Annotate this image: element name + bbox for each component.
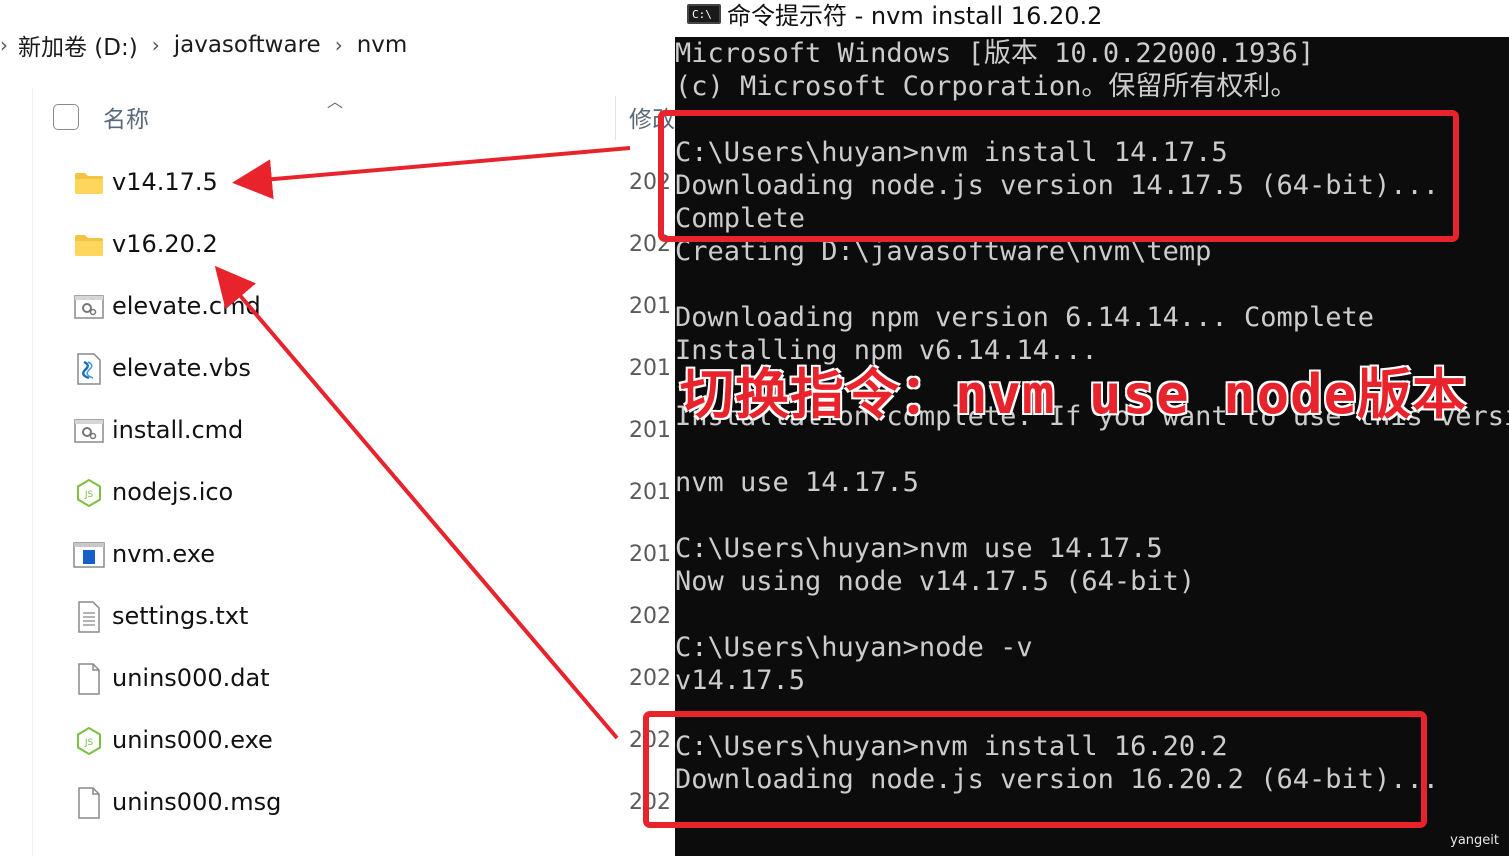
file-row[interactable]: unins000.msg 202 [33, 772, 675, 834]
file-modified-date: 202 [629, 232, 671, 257]
cmd-script-icon [73, 415, 105, 447]
console-line: Creating D:\javasoftware\nvm\temp [675, 236, 1212, 267]
file-name: nodejs.ico [112, 478, 234, 506]
file-modified-date: 201 [629, 418, 671, 443]
file-modified-date: 202 [629, 790, 671, 815]
file-name: install.cmd [112, 416, 244, 444]
column-header-row: 名称 ︿ 修改 [33, 88, 675, 146]
column-header-name[interactable]: 名称 [103, 100, 149, 134]
file-row[interactable]: elevate.cmd 201 [33, 276, 675, 338]
console-line: Microsoft Windows [版本 10.0.22000.1936] [675, 38, 1315, 69]
file-name: nvm.exe [112, 540, 215, 568]
console-line: C:\Users\huyan>nvm install 14.17.5 [675, 137, 1228, 168]
console-line: nvm use 14.17.5 [675, 467, 919, 498]
file-row[interactable]: install.cmd 201 [33, 400, 675, 462]
file-name: v16.20.2 [112, 230, 218, 258]
breadcrumb-item-nvm[interactable]: nvm [357, 32, 408, 58]
watermark: yangeit [1450, 833, 1499, 848]
svg-text:JS: JS [84, 738, 94, 748]
file-row[interactable]: nvm.exe 201 [33, 524, 675, 586]
vbs-script-icon [73, 353, 105, 385]
console-line: (c) Microsoft Corporation。保留所有权利。 [675, 71, 1298, 102]
svg-text:JS: JS [84, 490, 94, 500]
folder-icon [73, 229, 105, 261]
file-modified-date: 201 [629, 542, 671, 567]
console-line: C:\Users\huyan>nvm install 16.20.2 [675, 731, 1228, 762]
file-row[interactable]: JS unins000.exe 202 [33, 710, 675, 772]
file-explorer-window: › 新加卷 (D:) › javasoftware › nvm 名称 ︿ 修改 … [0, 0, 675, 856]
breadcrumb: › 新加卷 (D:) › javasoftware › nvm [0, 24, 675, 66]
folder-icon [73, 167, 105, 199]
file-modified-date: 202 [629, 170, 671, 195]
file-name: elevate.cmd [112, 292, 261, 320]
text-file-icon [73, 601, 105, 633]
file-name: elevate.vbs [112, 354, 251, 382]
file-list: 名称 ︿ 修改 v14.17.5 202 v16.20.2 202 elevate.cm… [32, 88, 675, 856]
file-row[interactable]: v14.17.5 202 [33, 152, 675, 214]
file-name: unins000.dat [112, 664, 270, 692]
exe-icon [73, 539, 105, 571]
file-name: unins000.msg [112, 788, 282, 816]
file-row[interactable]: elevate.vbs 201 [33, 338, 675, 400]
blank-file-icon [73, 787, 105, 819]
breadcrumb-item-drive[interactable]: 新加卷 (D:) [18, 28, 138, 62]
blank-file-icon [73, 663, 105, 695]
command-prompt-icon: C:\ [687, 4, 721, 24]
file-modified-date: 202 [629, 666, 671, 691]
breadcrumb-chevron-icon[interactable]: › [152, 33, 160, 57]
console-line: Downloading npm version 6.14.14... Compl… [675, 302, 1374, 333]
file-modified-date: 201 [629, 356, 671, 381]
breadcrumb-chevron-icon[interactable]: › [0, 33, 18, 57]
console-line: C:\Users\huyan>node -v [675, 632, 1033, 663]
console-titlebar[interactable]: C:\ 命令提示符 - nvm install 16.20.2 [675, 0, 1509, 37]
console-line: v14.17.5 [675, 665, 806, 696]
column-divider[interactable] [615, 96, 616, 140]
file-modified-date: 201 [629, 480, 671, 505]
file-modified-date: 202 [629, 728, 671, 753]
file-modified-date: 202 [629, 604, 671, 629]
file-row[interactable]: unins000.dat 202 [33, 648, 675, 710]
breadcrumb-chevron-icon[interactable]: › [335, 33, 343, 57]
nodejs-icon: JS [73, 477, 105, 509]
file-row[interactable]: settings.txt 202 [33, 586, 675, 648]
console-line: C:\Users\huyan>nvm use 14.17.5 [675, 533, 1163, 564]
file-row[interactable]: JS nodejs.ico 201 [33, 462, 675, 524]
file-name: v14.17.5 [112, 168, 218, 196]
file-name: settings.txt [112, 602, 249, 630]
select-all-checkbox[interactable] [53, 104, 79, 130]
console-line: Downloading node.js version 16.20.2 (64-… [675, 764, 1440, 795]
nodejs-icon: JS [73, 725, 105, 757]
annotation-switch-command: 切换指令：nvm use node版本 [680, 363, 1468, 426]
console-window-title: 命令提示符 - nvm install 16.20.2 [727, 2, 1103, 30]
file-name: unins000.exe [112, 726, 273, 754]
column-header-modified[interactable]: 修改 [629, 100, 675, 134]
file-row[interactable]: v16.20.2 202 [33, 214, 675, 276]
console-line: Complete [675, 203, 806, 234]
console-output[interactable]: Microsoft Windows [版本 10.0.22000.1936] (c… [675, 37, 1509, 856]
cmd-script-icon [73, 291, 105, 323]
sort-ascending-icon: ︿ [327, 92, 344, 111]
console-line: Now using node v14.17.5 (64-bit) [675, 566, 1196, 597]
console-line: Downloading node.js version 14.17.5 (64-… [675, 170, 1440, 201]
breadcrumb-item-javasoftware[interactable]: javasoftware [174, 32, 321, 58]
file-modified-date: 201 [629, 294, 671, 319]
